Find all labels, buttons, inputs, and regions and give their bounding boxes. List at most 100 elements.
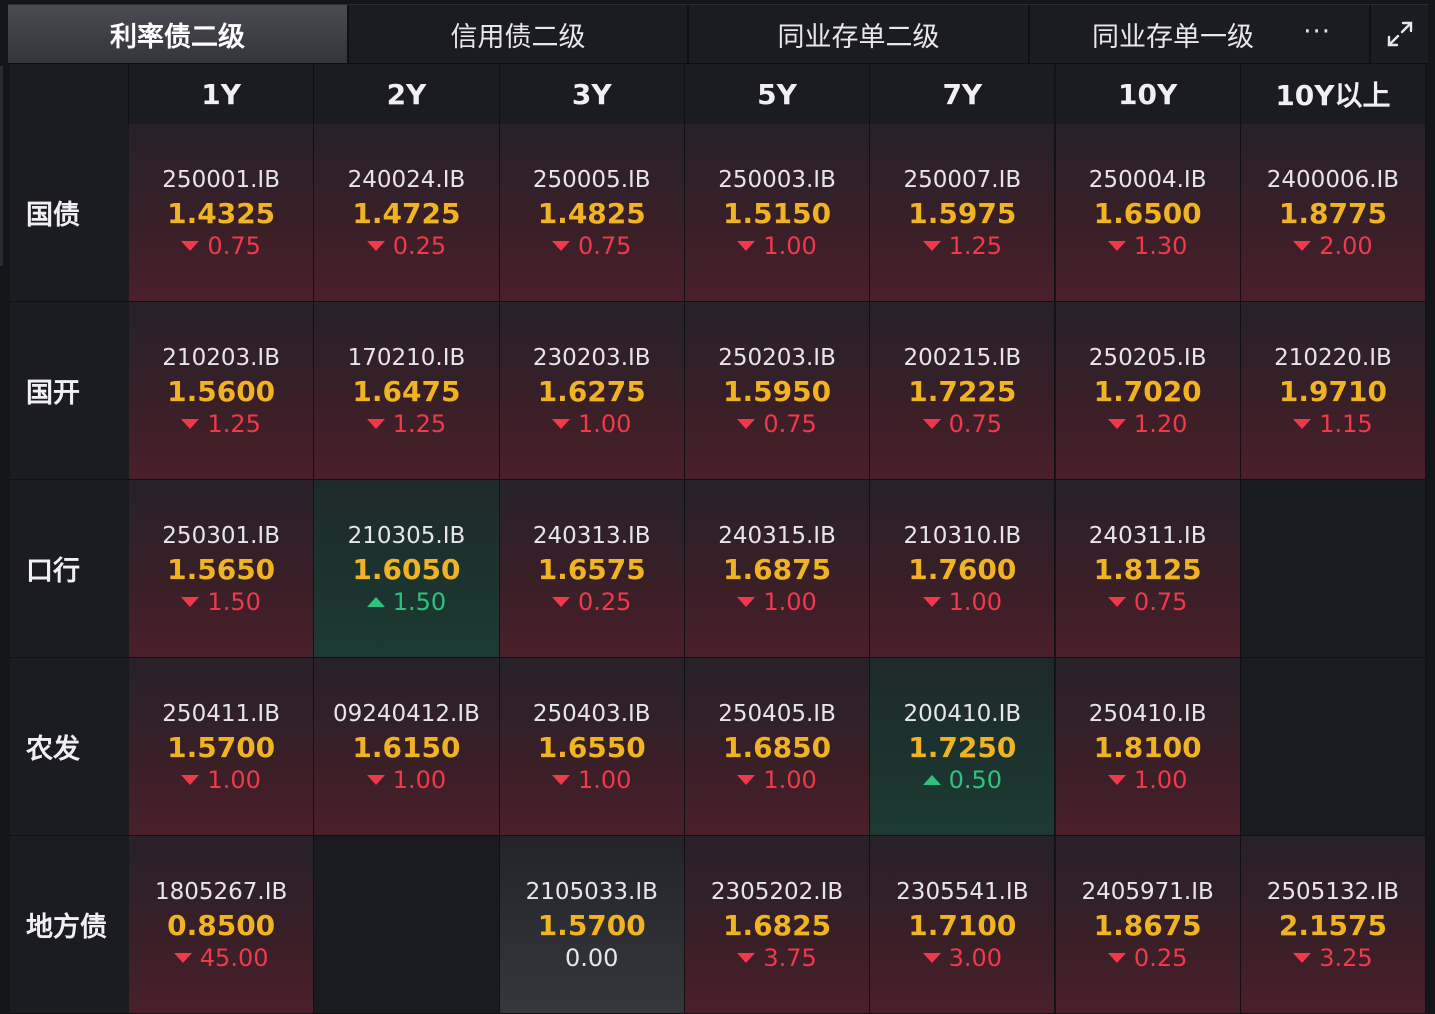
quote-cell[interactable]: 230203.IB 1.6275 1.00	[499, 302, 685, 480]
yield-value: 1.6550	[537, 730, 646, 764]
quote-cell[interactable]: 250007.IB 1.5975 1.25	[870, 124, 1056, 302]
quote-cell[interactable]: 250001.IB 1.4325 0.75	[129, 124, 315, 302]
change-amount: 1.15	[1319, 409, 1373, 438]
tab-ncd-primary[interactable]: 同业存单一级 ···	[1030, 5, 1371, 63]
row-label: 口行	[10, 480, 129, 658]
change-amount: 1.00	[578, 409, 632, 438]
change-amount: 1.25	[207, 409, 261, 438]
down-triangle-icon	[173, 952, 192, 963]
down-triangle-icon	[922, 240, 941, 251]
down-triangle-icon	[181, 418, 200, 429]
quote-cell[interactable]: 250005.IB 1.4825 0.75	[499, 124, 685, 302]
down-triangle-icon	[737, 774, 756, 785]
change-amount: 0.75	[207, 231, 261, 260]
bond-code: 250301.IB	[162, 522, 280, 549]
tab-ncd-primary-label: 同业存单一级	[1092, 21, 1254, 53]
yield-value: 1.7225	[908, 374, 1017, 408]
change-amount: 1.00	[578, 765, 632, 794]
quote-cell[interactable]: 09240412.IB 1.6150 1.00	[314, 658, 500, 836]
quote-cell[interactable]: 250301.IB 1.5650 1.50	[129, 480, 315, 658]
change-amount: 1.00	[763, 765, 817, 794]
change-value: 0.75	[737, 408, 817, 440]
quote-cell[interactable]: 250410.IB 1.8100 1.00	[1055, 658, 1241, 836]
quote-cell[interactable]: 250403.IB 1.6550 1.00	[499, 658, 685, 836]
quote-cell[interactable]: 200215.IB 1.7225 0.75	[870, 302, 1056, 480]
change-value: 0.50	[922, 764, 1002, 796]
change-amount: 45.00	[199, 943, 269, 972]
down-triangle-icon	[922, 952, 941, 963]
down-triangle-icon	[366, 774, 385, 785]
change-value: 0.25	[1107, 942, 1188, 974]
bond-code: 250403.IB	[532, 700, 651, 727]
expand-icon	[1387, 21, 1412, 47]
down-triangle-icon	[1107, 596, 1126, 607]
down-triangle-icon	[552, 240, 571, 251]
quote-cell[interactable]: 210305.IB 1.6050 1.50	[314, 480, 500, 658]
quote-cell[interactable]: 2400006.IB 1.8775 2.00	[1240, 124, 1427, 302]
change-amount: 1.50	[392, 587, 447, 616]
bond-code: 170210.IB	[347, 344, 466, 371]
empty-cell	[314, 836, 500, 1014]
change-amount: 1.00	[207, 765, 261, 794]
quote-cell[interactable]: 250205.IB 1.7020 1.20	[1055, 302, 1241, 480]
change-amount: 1.00	[948, 587, 1003, 616]
down-triangle-icon	[737, 240, 756, 251]
change-amount: 1.20	[1133, 409, 1188, 438]
bond-code: 09240412.IB	[332, 700, 480, 727]
yield-value: 1.4725	[352, 196, 461, 230]
row-label: 国债	[10, 124, 129, 302]
yield-value: 1.6050	[352, 552, 461, 586]
bond-code: 200410.IB	[903, 700, 1022, 727]
bond-code: 210220.IB	[1274, 344, 1392, 371]
quote-cell[interactable]: 170210.IB 1.6475 1.25	[314, 302, 500, 480]
change-value: 1.30	[1107, 230, 1187, 262]
quote-cell[interactable]: 2305202.IB 1.6825 3.75	[684, 836, 871, 1014]
down-triangle-icon	[552, 774, 571, 785]
quote-cell[interactable]: 210203.IB 1.5600 1.25	[129, 302, 315, 480]
quote-cell[interactable]: 2505132.IB 2.1575 3.25	[1240, 836, 1427, 1014]
change-value: 1.00	[552, 764, 631, 796]
quote-cell[interactable]: 250411.IB 1.5700 1.00	[129, 658, 315, 836]
empty-cell	[1240, 480, 1427, 658]
yield-value: 1.6825	[723, 908, 832, 942]
yield-value: 1.6275	[537, 374, 646, 408]
quote-cell[interactable]: 250203.IB 1.5950 0.75	[684, 302, 871, 480]
change-value: 0.25	[552, 586, 631, 618]
change-amount: 0.25	[1133, 943, 1188, 972]
tab-credit-bond-secondary[interactable]: 信用债二级	[349, 5, 689, 63]
quote-cell[interactable]: 210310.IB 1.7600 1.00	[870, 480, 1056, 658]
yield-value: 1.9710	[1278, 374, 1387, 408]
yield-value: 1.5700	[167, 730, 276, 764]
quote-cell[interactable]: 210220.IB 1.9710 1.15	[1240, 302, 1427, 480]
quote-cell[interactable]: 1805267.IB 0.8500 45.00	[129, 836, 315, 1014]
down-triangle-icon	[552, 418, 571, 429]
bond-code: 250001.IB	[162, 166, 280, 193]
quote-cell[interactable]: 240315.IB 1.6875 1.00	[684, 480, 871, 658]
yield-value: 1.7020	[1093, 374, 1202, 408]
tab-ncd-secondary[interactable]: 同业存单二级	[689, 5, 1030, 63]
quote-cell[interactable]: 2305541.IB 1.7100 3.00	[870, 836, 1056, 1014]
quote-cell[interactable]: 240024.IB 1.4725 0.25	[314, 124, 500, 302]
bond-code: 210305.IB	[347, 522, 466, 549]
change-amount: 1.00	[763, 231, 817, 260]
change-amount: 0.75	[763, 409, 817, 438]
quote-cell[interactable]: 2105033.IB 1.5700 0.00	[499, 836, 685, 1014]
quote-cell[interactable]: 200410.IB 1.7250 0.50	[870, 658, 1056, 836]
yield-value: 1.4325	[167, 196, 276, 230]
down-triangle-icon	[366, 240, 385, 251]
quote-cell[interactable]: 250004.IB 1.6500 1.30	[1055, 124, 1241, 302]
change-value: 3.25	[1293, 942, 1373, 974]
yield-value: 1.5975	[908, 196, 1017, 230]
expand-button[interactable]	[1371, 5, 1428, 63]
quote-cell[interactable]: 250003.IB 1.5150 1.00	[684, 124, 871, 302]
quote-cell[interactable]: 2405971.IB 1.8675 0.25	[1055, 836, 1241, 1014]
quote-cell[interactable]: 250405.IB 1.6850 1.00	[684, 658, 871, 836]
yield-value: 1.7100	[908, 908, 1017, 942]
yield-value: 1.4825	[537, 196, 646, 230]
quote-cell[interactable]: 240313.IB 1.6575 0.25	[499, 480, 685, 658]
more-options-button[interactable]: ···	[1303, 17, 1331, 47]
quote-cell[interactable]: 240311.IB 1.8125 0.75	[1055, 480, 1241, 658]
tab-rate-bond-secondary[interactable]: 利率债二级	[8, 5, 349, 63]
column-header-1Y: 1Y	[129, 64, 315, 124]
down-triangle-icon	[181, 774, 200, 785]
